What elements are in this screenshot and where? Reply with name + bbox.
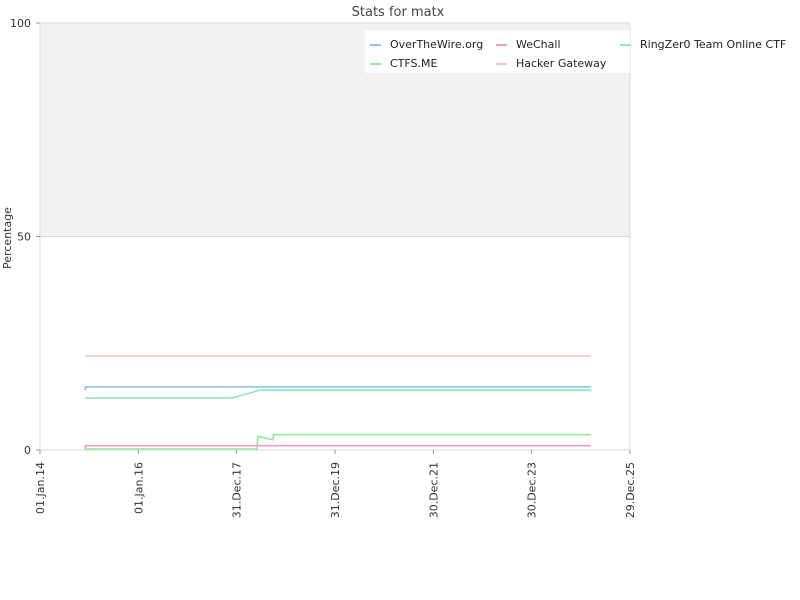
series-lines — [84, 355, 592, 450]
series-line-wechall — [84, 444, 592, 449]
legend-label: Hacker Gateway — [516, 57, 607, 70]
x-tick-label: 30.Dec.23 — [526, 462, 539, 518]
legend-label: WeChall — [516, 38, 561, 51]
x-tick-label: 31.Dec.17 — [231, 462, 244, 518]
x-tick-label: 29.Dec.25 — [624, 462, 637, 518]
chart-title: Stats for matx — [352, 5, 445, 20]
y-axis-label: Percentage — [1, 207, 14, 269]
legend-label: OverTheWire.org — [390, 38, 483, 51]
series-line-ringzer0-team-online-ctf — [85, 389, 592, 399]
x-tick-label: 30.Dec.21 — [427, 462, 440, 518]
x-tick-label: 01.Jan.14 — [34, 462, 47, 514]
y-axis-ticks: 0 50 100 — [10, 17, 40, 457]
x-axis-ticks: 01.Jan.14 01.Jan.16 31.Dec.17 31.Dec.19 30.D… — [34, 450, 637, 518]
series-line-ctfs-me — [85, 433, 592, 450]
x-tick-label: 01.Jan.16 — [132, 462, 145, 514]
legend-label: CTFS.ME — [390, 57, 438, 70]
y-tick-label: 100 — [10, 17, 31, 30]
chart: 0 50 100 01.Jan.14 01.Jan.16 31.Dec.17 31.Dec… — [1, 5, 786, 518]
legend: OverTheWire.org CTFS.ME WeChall Hacker Gate… — [365, 30, 786, 73]
y-tick-label: 0 — [24, 444, 31, 457]
legend-label: RingZer0 Team Online CTF — [640, 38, 786, 51]
y-tick-label: 50 — [17, 231, 31, 244]
x-tick-label: 31.Dec.19 — [329, 462, 342, 518]
